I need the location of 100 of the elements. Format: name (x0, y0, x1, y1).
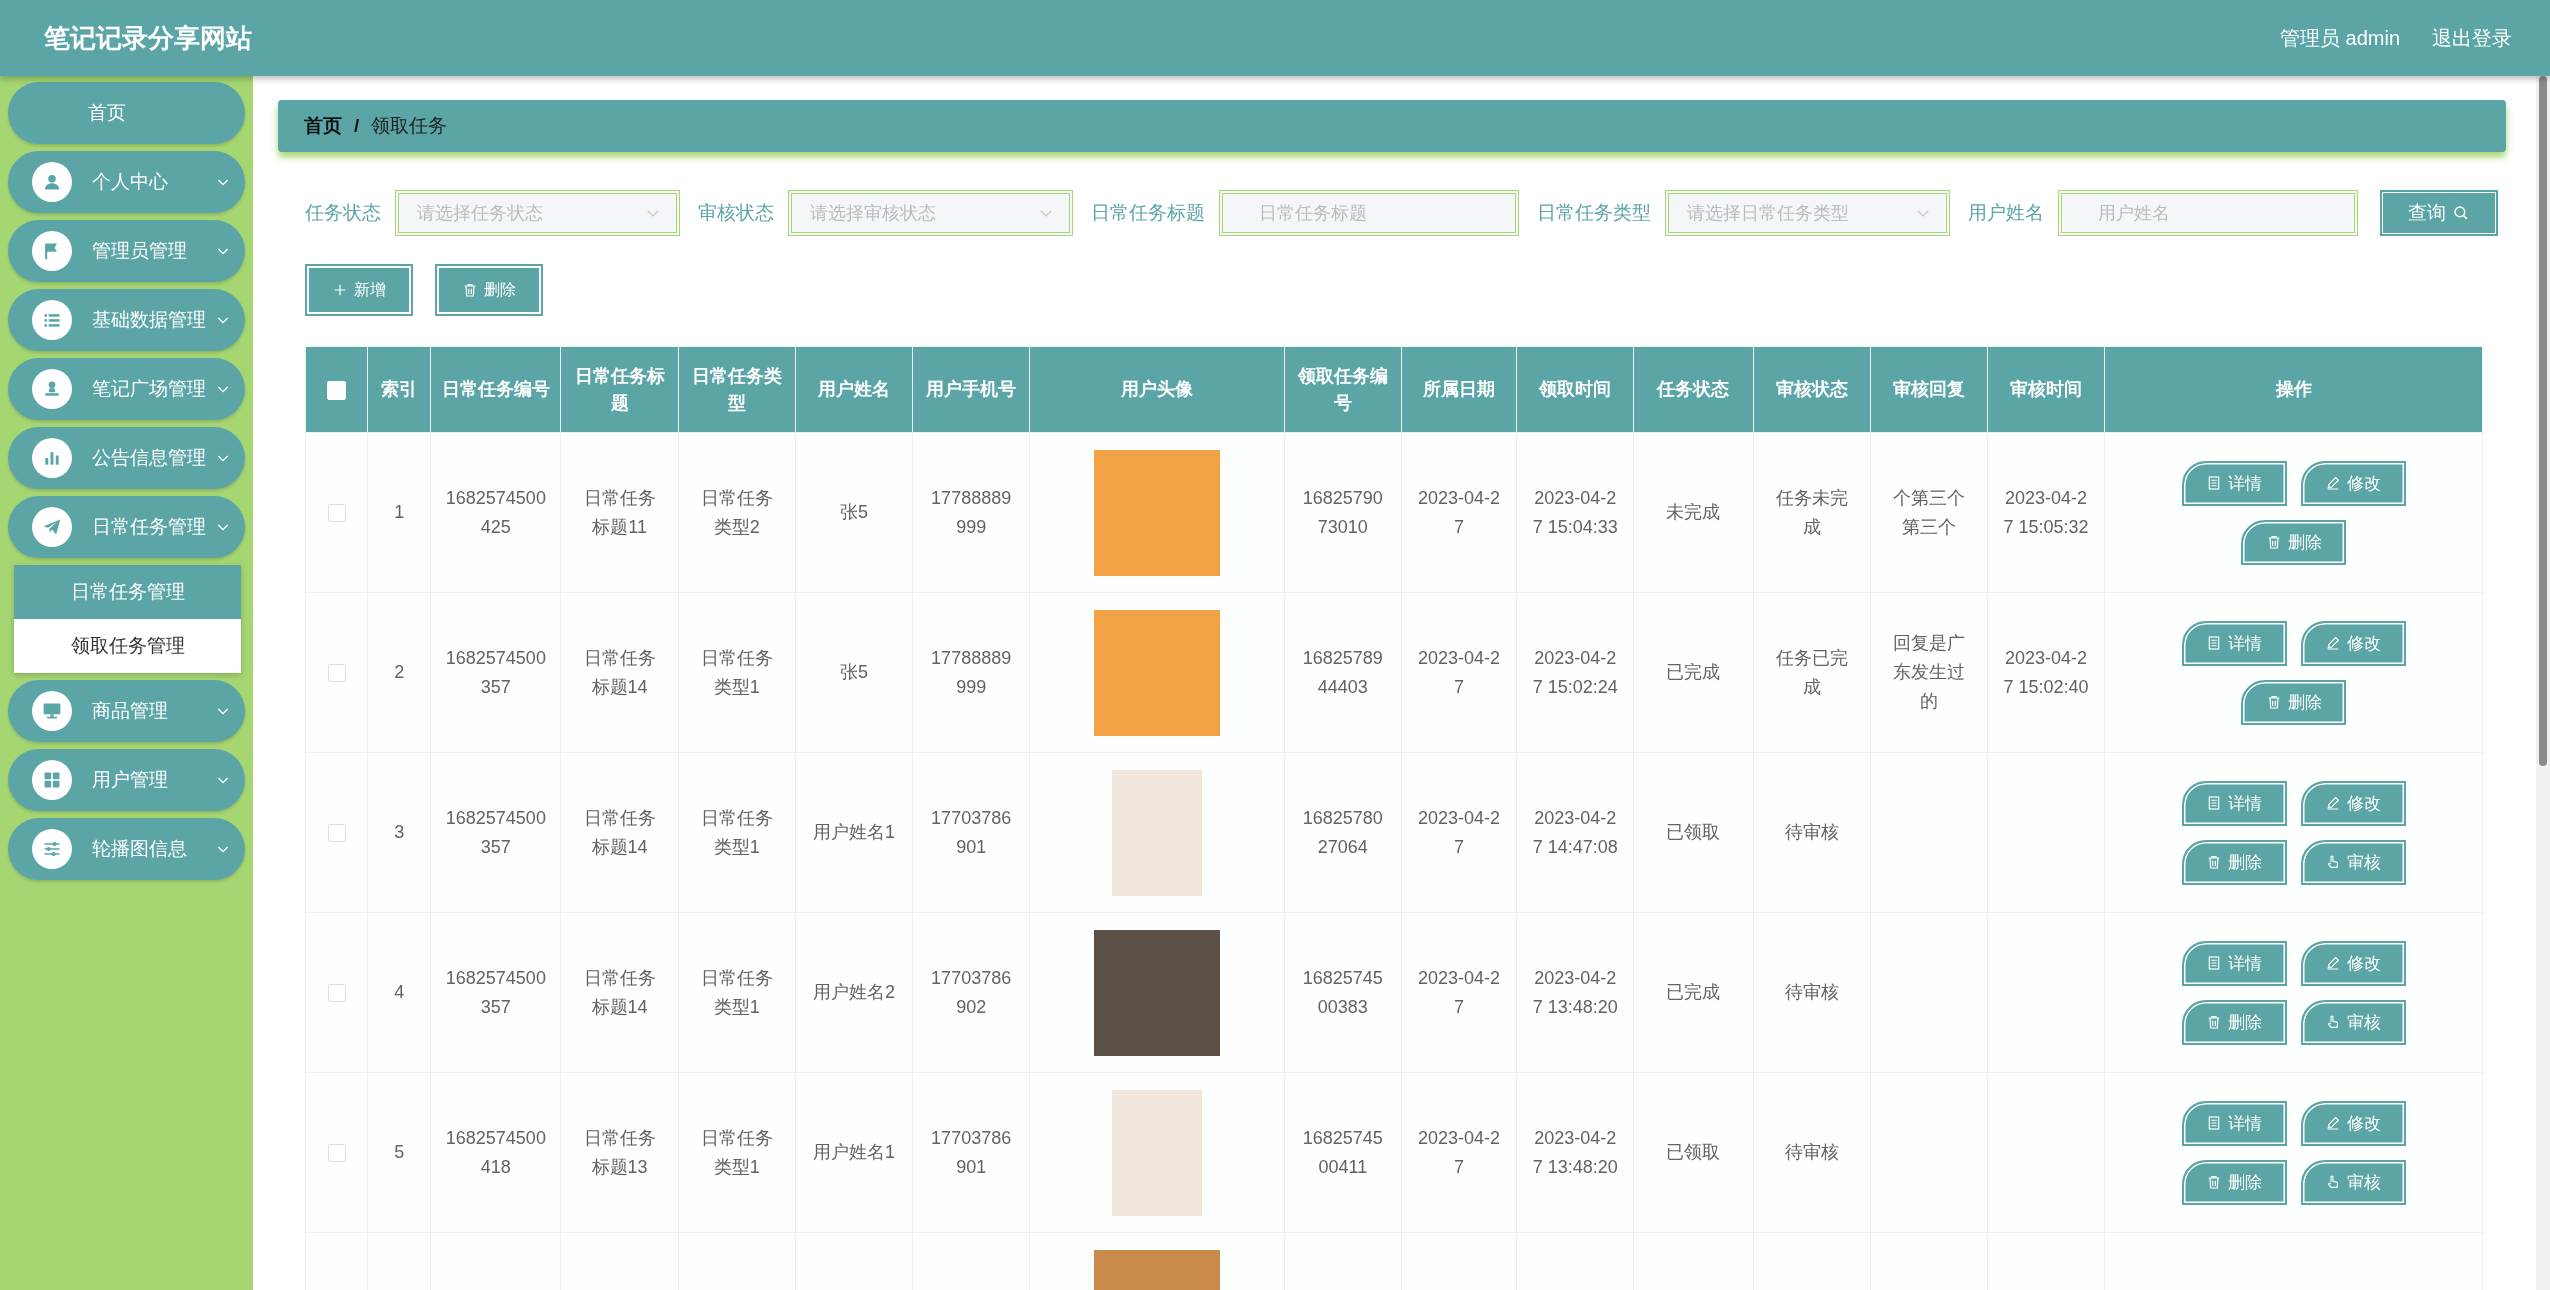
review-button[interactable]: 审核 (2300, 1159, 2406, 1205)
column-header: 日常任务编号 (430, 346, 561, 433)
sidebar-menu-item[interactable]: 公告信息管理 (8, 427, 245, 489)
table-cell: 回复是广东发生过的 (1892, 633, 1965, 711)
sidebar-menu-item[interactable]: 管理员管理 (8, 220, 245, 282)
table-cell: 已领取 (1666, 1142, 1721, 1163)
table-cell: 1682574500411 (1302, 1127, 1383, 1177)
menu-label: 笔记广场管理 (92, 377, 207, 401)
table-cell: 2023-04-27 (1418, 967, 1501, 1017)
row-checkbox[interactable] (327, 664, 346, 683)
delete-button[interactable]: 删除 (435, 264, 543, 316)
detail-button[interactable]: 详情 (2181, 460, 2287, 506)
filter-label: 日常任务类型 (1537, 201, 1651, 225)
filter-label: 用户姓名 (1968, 201, 2044, 225)
sidebar-menu-item[interactable]: 首页 (8, 82, 245, 144)
delete-button[interactable]: 删除 (2241, 679, 2347, 725)
plus-icon (332, 282, 348, 298)
delete-button[interactable]: 删除 (2181, 1159, 2287, 1205)
flag-icon (32, 231, 72, 271)
table-cell: 用户姓名1 (812, 1142, 895, 1163)
table-cell: 任务已完成 (1775, 647, 1848, 697)
edit-button[interactable]: 修改 (2300, 460, 2406, 506)
sidebar-menu-item[interactable]: 轮播图信息 (8, 818, 245, 880)
table-cell: 待审核 (1784, 982, 1839, 1003)
menu-label: 商品管理 (92, 699, 169, 723)
detail-button[interactable]: 详情 (2181, 780, 2287, 826)
query-button[interactable]: 查询 (2380, 190, 2498, 236)
column-header: 审核时间 (1987, 346, 2105, 433)
menu-label: 管理员管理 (92, 239, 188, 263)
table-cell: 2023-04-27 15:02:24 (1532, 647, 1618, 697)
menu-label: 公告信息管理 (92, 446, 207, 470)
delete-button[interactable]: 删除 (2241, 519, 2347, 565)
table-cell: 张5 (839, 662, 868, 683)
sidebar-menu-item[interactable]: 用户管理 (8, 749, 245, 811)
sidebar-menu-item[interactable]: 日常任务管理 (8, 496, 245, 558)
table-cell: 个第三个第三个 (1892, 487, 1965, 537)
submenu-item[interactable]: 日常任务管理 (14, 565, 241, 619)
review-button[interactable]: 审核 (2300, 999, 2406, 1045)
table-cell: 2023-04-27 15:04:33 (1532, 487, 1618, 537)
table-cell: 已完成 (1666, 662, 1721, 683)
review-button[interactable]: 审核 (2300, 839, 2406, 885)
menu-label: 用户管理 (92, 768, 169, 792)
select-field[interactable]: 请选择日常任务类型 (1665, 190, 1950, 236)
edit-button[interactable]: 修改 (2300, 780, 2406, 826)
table-cell: 17703786901 (931, 1127, 1012, 1177)
table-cell: 2 (394, 662, 405, 683)
site-title: 笔记记录分享网站 (44, 21, 252, 55)
logout-link[interactable]: 退出登录 (2432, 24, 2512, 52)
edit-button[interactable]: 修改 (2300, 1100, 2406, 1146)
breadcrumb-home-link[interactable]: 首页 (304, 113, 342, 139)
table-cell: 待审核 (1784, 1142, 1839, 1163)
menu-label: 轮播图信息 (92, 837, 188, 861)
detail-button[interactable]: 详情 (2181, 620, 2287, 666)
delete-button[interactable]: 删除 (2181, 999, 2287, 1045)
scrollbar[interactable] (2536, 76, 2550, 1290)
select-all-checkbox[interactable] (327, 381, 347, 401)
table-cell: 日常任务标题11 (583, 487, 656, 537)
stamp-icon (32, 369, 72, 409)
table-cell: 17703786901 (931, 807, 1012, 857)
admin-user-label: 管理员 admin (2279, 25, 2400, 51)
submenu-item[interactable]: 领取任务管理 (14, 619, 241, 673)
detail-button[interactable]: 详情 (2181, 940, 2287, 986)
table-cell: 5 (394, 1142, 405, 1163)
table-cell: 日常任务类型1 (700, 647, 773, 697)
table-cell: 日常任务标题14 (583, 647, 656, 697)
add-button[interactable]: 新增 (305, 264, 413, 316)
detail-button[interactable]: 详情 (2181, 1100, 2287, 1146)
column-header: 日常任务类型 (678, 346, 796, 433)
pencil-icon (2325, 475, 2342, 491)
select-field[interactable]: 请选择审核状态 (788, 190, 1073, 236)
sliders-icon (32, 829, 72, 869)
scrollbar-thumb[interactable] (2539, 76, 2547, 766)
menu-label: 个人中心 (92, 170, 169, 194)
row-checkbox[interactable] (327, 1144, 346, 1163)
delete-button[interactable]: 删除 (2181, 839, 2287, 885)
edit-button[interactable]: 修改 (2300, 620, 2406, 666)
pencil-icon (2325, 1115, 2342, 1131)
sidebar-menu-item[interactable]: 个人中心 (8, 151, 245, 213)
sidebar-menu-item[interactable]: 笔记广场管理 (8, 358, 245, 420)
column-header: 所属日期 (1401, 346, 1517, 433)
row-checkbox[interactable] (327, 504, 346, 523)
edit-button[interactable]: 修改 (2300, 940, 2406, 986)
table-cell: 1682574500418 (445, 1127, 546, 1177)
sidebar-menu-item[interactable]: 基础数据管理 (8, 289, 245, 351)
input-field[interactable]: 日常任务标题 (1219, 190, 1519, 236)
table-cell: 1682578944403 (1302, 647, 1383, 697)
pencil-icon (2325, 955, 2342, 971)
search-icon (2452, 204, 2470, 222)
table-cell: 2023-04-27 15:05:32 (2003, 487, 2089, 537)
grid-icon (32, 760, 72, 800)
select-field[interactable]: 请选择任务状态 (395, 190, 680, 236)
menu-label: 日常任务管理 (92, 515, 207, 539)
sidebar-menu-item[interactable]: 商品管理 (8, 680, 245, 742)
table-cell: 2023-04-27 (1418, 807, 1501, 857)
table-cell: 张5 (839, 502, 868, 523)
input-field[interactable]: 用户姓名 (2058, 190, 2358, 236)
column-header: 操作 (2104, 346, 2483, 433)
table-cell: 2023-04-27 (1418, 1127, 1501, 1177)
row-checkbox[interactable] (327, 824, 346, 843)
row-checkbox[interactable] (327, 984, 346, 1003)
